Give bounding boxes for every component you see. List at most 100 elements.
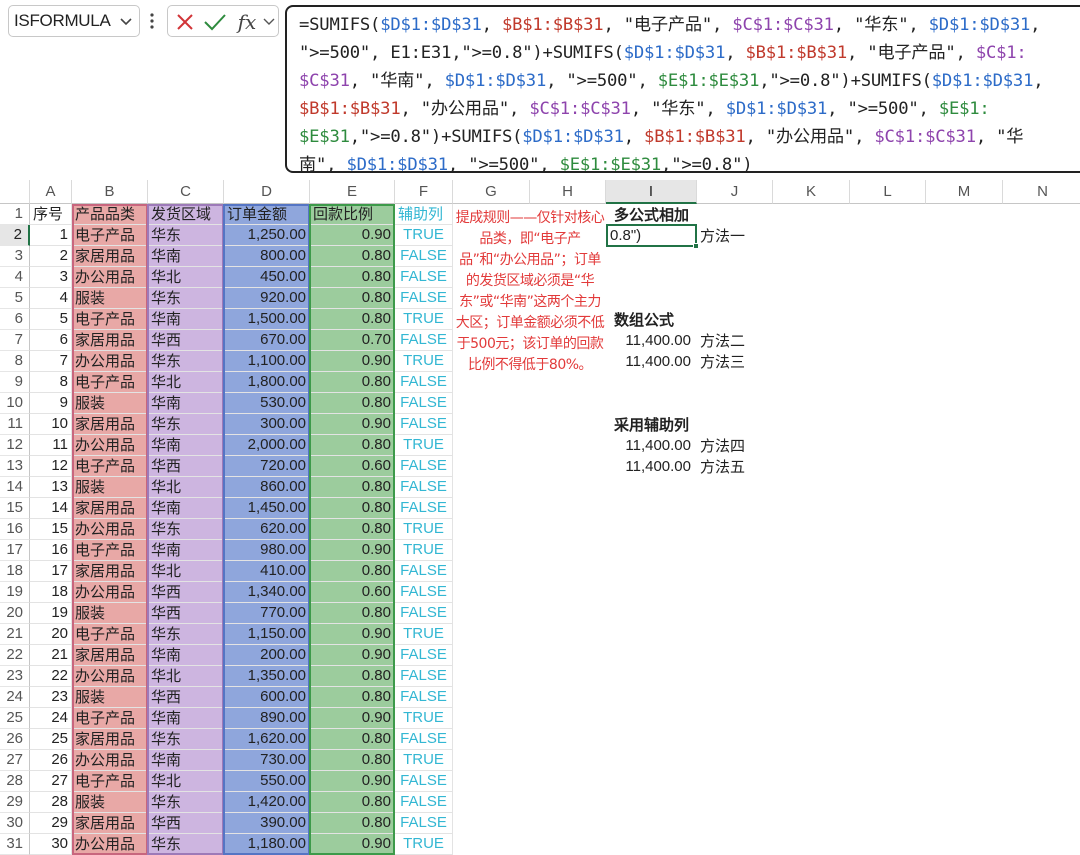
- amount-cell[interactable]: 620.00: [224, 519, 310, 540]
- seq-cell[interactable]: 11: [30, 435, 72, 456]
- header-cell-c[interactable]: 发货区域: [148, 204, 224, 225]
- helper-cell[interactable]: TRUE: [395, 309, 453, 330]
- row-header[interactable]: 17: [0, 540, 30, 561]
- ratio-cell[interactable]: 0.80: [310, 309, 395, 330]
- amount-cell[interactable]: 770.00: [224, 603, 310, 624]
- column-header-n[interactable]: N: [1003, 180, 1080, 204]
- region-cell[interactable]: 华南: [148, 246, 224, 267]
- row-header[interactable]: 11: [0, 414, 30, 435]
- amount-cell[interactable]: 1,250.00: [224, 225, 310, 246]
- amount-cell[interactable]: 530.00: [224, 393, 310, 414]
- ratio-cell[interactable]: 0.90: [310, 834, 395, 855]
- seq-cell[interactable]: 6: [30, 330, 72, 351]
- seq-cell[interactable]: 22: [30, 666, 72, 687]
- ratio-cell[interactable]: 0.80: [310, 267, 395, 288]
- helper-cell[interactable]: FALSE: [395, 393, 453, 414]
- category-cell[interactable]: 电子产品: [72, 624, 148, 645]
- seq-cell[interactable]: 13: [30, 477, 72, 498]
- category-cell[interactable]: 家居用品: [72, 414, 148, 435]
- seq-cell[interactable]: 29: [30, 813, 72, 834]
- row-header[interactable]: 20: [0, 603, 30, 624]
- row-header[interactable]: 16: [0, 519, 30, 540]
- helper-cell[interactable]: FALSE: [395, 792, 453, 813]
- row-header[interactable]: 23: [0, 666, 30, 687]
- region-cell[interactable]: 华北: [148, 666, 224, 687]
- row-header[interactable]: 19: [0, 582, 30, 603]
- amount-cell[interactable]: 1,350.00: [224, 666, 310, 687]
- region-cell[interactable]: 华东: [148, 225, 224, 246]
- ratio-cell[interactable]: 0.80: [310, 498, 395, 519]
- row-header[interactable]: 5: [0, 288, 30, 309]
- region-cell[interactable]: 华南: [148, 498, 224, 519]
- row-header[interactable]: 8: [0, 351, 30, 372]
- seq-cell[interactable]: 14: [30, 498, 72, 519]
- helper-cell[interactable]: FALSE: [395, 603, 453, 624]
- seq-cell[interactable]: 17: [30, 561, 72, 582]
- column-header-i[interactable]: I: [606, 180, 697, 204]
- column-header-c[interactable]: C: [148, 180, 224, 204]
- ratio-cell[interactable]: 0.90: [310, 414, 395, 435]
- category-cell[interactable]: 家居用品: [72, 246, 148, 267]
- category-cell[interactable]: 家居用品: [72, 498, 148, 519]
- amount-cell[interactable]: 980.00: [224, 540, 310, 561]
- amount-cell[interactable]: 390.00: [224, 813, 310, 834]
- amount-cell[interactable]: 1,150.00: [224, 624, 310, 645]
- formula-input[interactable]: =SUMIFS($D$1:$D$31, $B$1:$B$31, "电子产品", …: [285, 5, 1080, 173]
- ratio-cell[interactable]: 0.90: [310, 624, 395, 645]
- amount-cell[interactable]: 670.00: [224, 330, 310, 351]
- category-cell[interactable]: 服装: [72, 477, 148, 498]
- helper-cell[interactable]: FALSE: [395, 729, 453, 750]
- helper-cell[interactable]: FALSE: [395, 372, 453, 393]
- region-cell[interactable]: 华南: [148, 750, 224, 771]
- region-cell[interactable]: 华西: [148, 603, 224, 624]
- row-header[interactable]: 27: [0, 750, 30, 771]
- header-cell-f[interactable]: 辅助列: [395, 204, 453, 225]
- region-cell[interactable]: 华南: [148, 309, 224, 330]
- region-cell[interactable]: 华南: [148, 540, 224, 561]
- seq-cell[interactable]: 3: [30, 267, 72, 288]
- column-header-a[interactable]: A: [30, 180, 72, 204]
- select-all-corner[interactable]: [0, 180, 30, 204]
- helper-cell[interactable]: TRUE: [395, 624, 453, 645]
- category-cell[interactable]: 家居用品: [72, 645, 148, 666]
- header-cell-e[interactable]: 回款比例: [310, 204, 395, 225]
- row-header[interactable]: 31: [0, 834, 30, 855]
- ratio-cell[interactable]: 0.80: [310, 687, 395, 708]
- category-cell[interactable]: 服装: [72, 603, 148, 624]
- seq-cell[interactable]: 30: [30, 834, 72, 855]
- region-cell[interactable]: 华西: [148, 456, 224, 477]
- helper-cell[interactable]: FALSE: [395, 288, 453, 309]
- amount-cell[interactable]: 800.00: [224, 246, 310, 267]
- amount-cell[interactable]: 890.00: [224, 708, 310, 729]
- helper-cell[interactable]: FALSE: [395, 645, 453, 666]
- helper-cell[interactable]: TRUE: [395, 750, 453, 771]
- seq-cell[interactable]: 16: [30, 540, 72, 561]
- amount-cell[interactable]: 860.00: [224, 477, 310, 498]
- insert-function-button[interactable]: fx: [234, 10, 260, 34]
- amount-cell[interactable]: 550.00: [224, 771, 310, 792]
- row-header[interactable]: 28: [0, 771, 30, 792]
- row-header[interactable]: 29: [0, 792, 30, 813]
- region-cell[interactable]: 华东: [148, 351, 224, 372]
- region-cell[interactable]: 华西: [148, 813, 224, 834]
- helper-cell[interactable]: FALSE: [395, 582, 453, 603]
- row-header[interactable]: 6: [0, 309, 30, 330]
- helper-cell[interactable]: TRUE: [395, 519, 453, 540]
- region-cell[interactable]: 华南: [148, 708, 224, 729]
- ratio-cell[interactable]: 0.60: [310, 582, 395, 603]
- helper-cell[interactable]: FALSE: [395, 498, 453, 519]
- header-cell-b[interactable]: 产品品类: [72, 204, 148, 225]
- seq-cell[interactable]: 4: [30, 288, 72, 309]
- ratio-cell[interactable]: 0.70: [310, 330, 395, 351]
- amount-cell[interactable]: 1,100.00: [224, 351, 310, 372]
- cancel-icon[interactable]: [173, 10, 197, 34]
- category-cell[interactable]: 电子产品: [72, 372, 148, 393]
- column-header-k[interactable]: K: [773, 180, 850, 204]
- category-cell[interactable]: 家居用品: [72, 330, 148, 351]
- seq-cell[interactable]: 2: [30, 246, 72, 267]
- column-header-j[interactable]: J: [697, 180, 773, 204]
- column-header-g[interactable]: G: [453, 180, 530, 204]
- column-header-h[interactable]: H: [530, 180, 606, 204]
- amount-cell[interactable]: 1,340.00: [224, 582, 310, 603]
- region-cell[interactable]: 华南: [148, 393, 224, 414]
